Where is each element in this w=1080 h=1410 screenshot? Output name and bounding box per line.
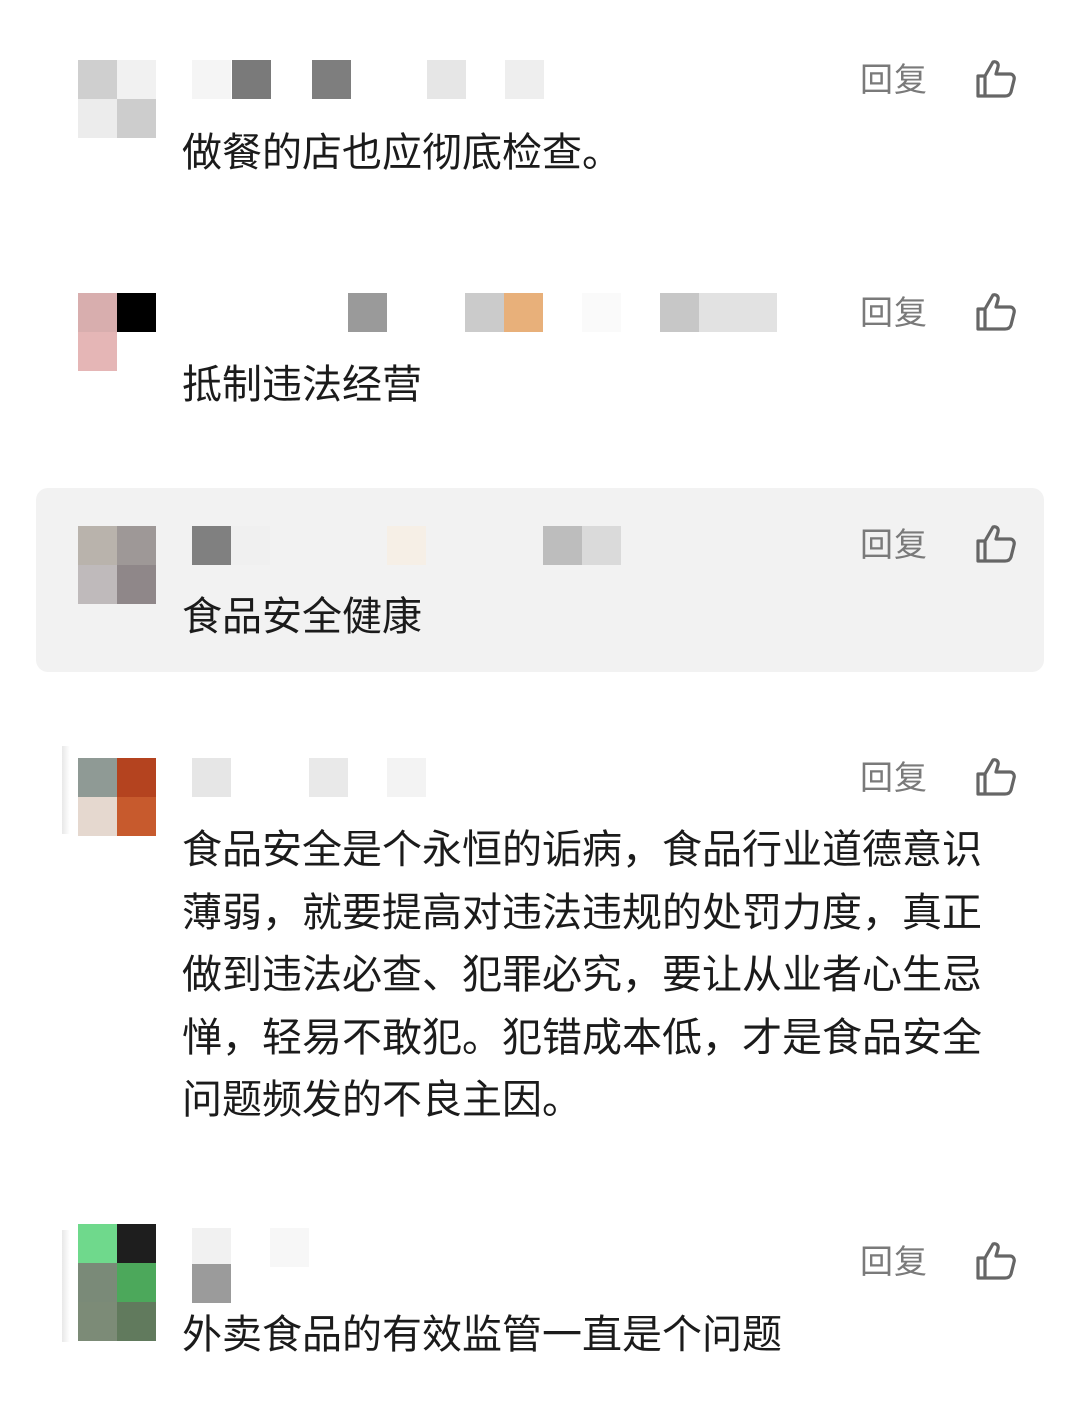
- like-button[interactable]: [974, 290, 1018, 334]
- username-pixel: [192, 60, 231, 99]
- avatar[interactable]: [78, 60, 156, 138]
- username-pixel: [192, 1228, 231, 1267]
- avatar[interactable]: [78, 293, 156, 371]
- avatar-pixel: [117, 1302, 156, 1341]
- reply-button[interactable]: 回复: [860, 758, 928, 798]
- username-blurred[interactable]: [192, 60, 582, 100]
- username-pixel: [231, 526, 270, 565]
- avatar-pixel: [117, 797, 156, 836]
- username-pixel: [232, 60, 271, 99]
- avatar-pixel: [78, 60, 117, 99]
- username-pixel: [582, 526, 621, 565]
- avatar-pixel: [78, 526, 117, 565]
- avatar[interactable]: [78, 526, 156, 604]
- username-pixel: [270, 1228, 309, 1267]
- avatar-pixel: [117, 60, 156, 99]
- comment-item: 回复 外卖食品的有效监管一直是个问题: [36, 1220, 1044, 1400]
- thumbs-up-icon: [974, 290, 1018, 334]
- avatar-pixel: [117, 565, 156, 604]
- avatar-pixel: [117, 99, 156, 138]
- avatar-pixel: [78, 1263, 117, 1302]
- username-pixel: [427, 60, 466, 99]
- username-pixel: [387, 758, 426, 797]
- reply-button[interactable]: 回复: [860, 1242, 928, 1282]
- avatar-edge: [62, 1230, 70, 1342]
- comment-text: 食品安全健康: [182, 594, 422, 640]
- comment-text: 做餐的店也应彻底检查。: [182, 130, 622, 176]
- username-pixel: [192, 526, 231, 565]
- username-blurred[interactable]: [192, 526, 662, 566]
- avatar-pixel: [117, 1263, 156, 1302]
- avatar-pixel: [117, 526, 156, 565]
- comment-item: 回复 做餐的店也应彻底检查。: [36, 40, 1044, 210]
- avatar-edge: [62, 746, 70, 834]
- avatar[interactable]: [78, 1224, 156, 1341]
- username-pixel: [660, 293, 699, 332]
- username-pixel: [504, 293, 543, 332]
- avatar-pixel: [78, 758, 117, 797]
- username-pixel: [309, 758, 348, 797]
- avatar-pixel: [78, 293, 117, 332]
- username-pixel: [192, 758, 231, 797]
- username-blurred[interactable]: [192, 1228, 332, 1308]
- reply-button[interactable]: 回复: [860, 525, 928, 565]
- username-blurred[interactable]: [192, 758, 472, 798]
- comment-item-highlighted: 回复 食品安全健康: [36, 488, 1044, 672]
- like-button[interactable]: [974, 755, 1018, 799]
- avatar-pixel: [78, 565, 117, 604]
- thumbs-up-icon: [974, 57, 1018, 101]
- comment-text: 食品安全是个永恒的诟病，食品行业道德意识薄弱，就要提高对违法违规的处罚力度，真正…: [182, 827, 982, 1123]
- avatar-pixel: [78, 332, 117, 371]
- like-button[interactable]: [974, 522, 1018, 566]
- username-pixel: [505, 60, 544, 99]
- username-pixel: [312, 60, 351, 99]
- username-pixel: [348, 293, 387, 332]
- like-button[interactable]: [974, 57, 1018, 101]
- comment-item: 回复 抵制违法经营: [36, 274, 1044, 424]
- avatar[interactable]: [78, 758, 156, 836]
- avatar-pixel: [117, 332, 156, 371]
- comment-text: 外卖食品的有效监管一直是个问题: [182, 1312, 782, 1358]
- reply-button[interactable]: 回复: [860, 293, 928, 333]
- avatar-pixel: [78, 1302, 117, 1341]
- thumbs-up-icon: [974, 522, 1018, 566]
- username-pixel: [582, 293, 621, 332]
- avatar-pixel: [117, 293, 156, 332]
- username-pixel: [465, 293, 504, 332]
- reply-button[interactable]: 回复: [860, 60, 928, 100]
- avatar-pixel: [78, 797, 117, 836]
- username-pixel: [543, 526, 582, 565]
- avatar-pixel: [117, 758, 156, 797]
- username-pixel: [699, 293, 777, 332]
- like-button[interactable]: [974, 1239, 1018, 1283]
- thumbs-up-icon: [974, 1239, 1018, 1283]
- username-pixel: [192, 1264, 231, 1303]
- username-blurred[interactable]: [192, 293, 832, 333]
- username-pixel: [387, 526, 426, 565]
- avatar-pixel: [117, 1224, 156, 1263]
- avatar-pixel: [78, 99, 117, 138]
- comment-item: 回复 食品安全是个永恒的诟病，食品行业道德意识薄弱，就要提高对违法违规的处罚力度…: [36, 740, 1044, 1140]
- comment-text: 抵制违法经营: [182, 362, 422, 408]
- thumbs-up-icon: [974, 755, 1018, 799]
- avatar-pixel: [78, 1224, 117, 1263]
